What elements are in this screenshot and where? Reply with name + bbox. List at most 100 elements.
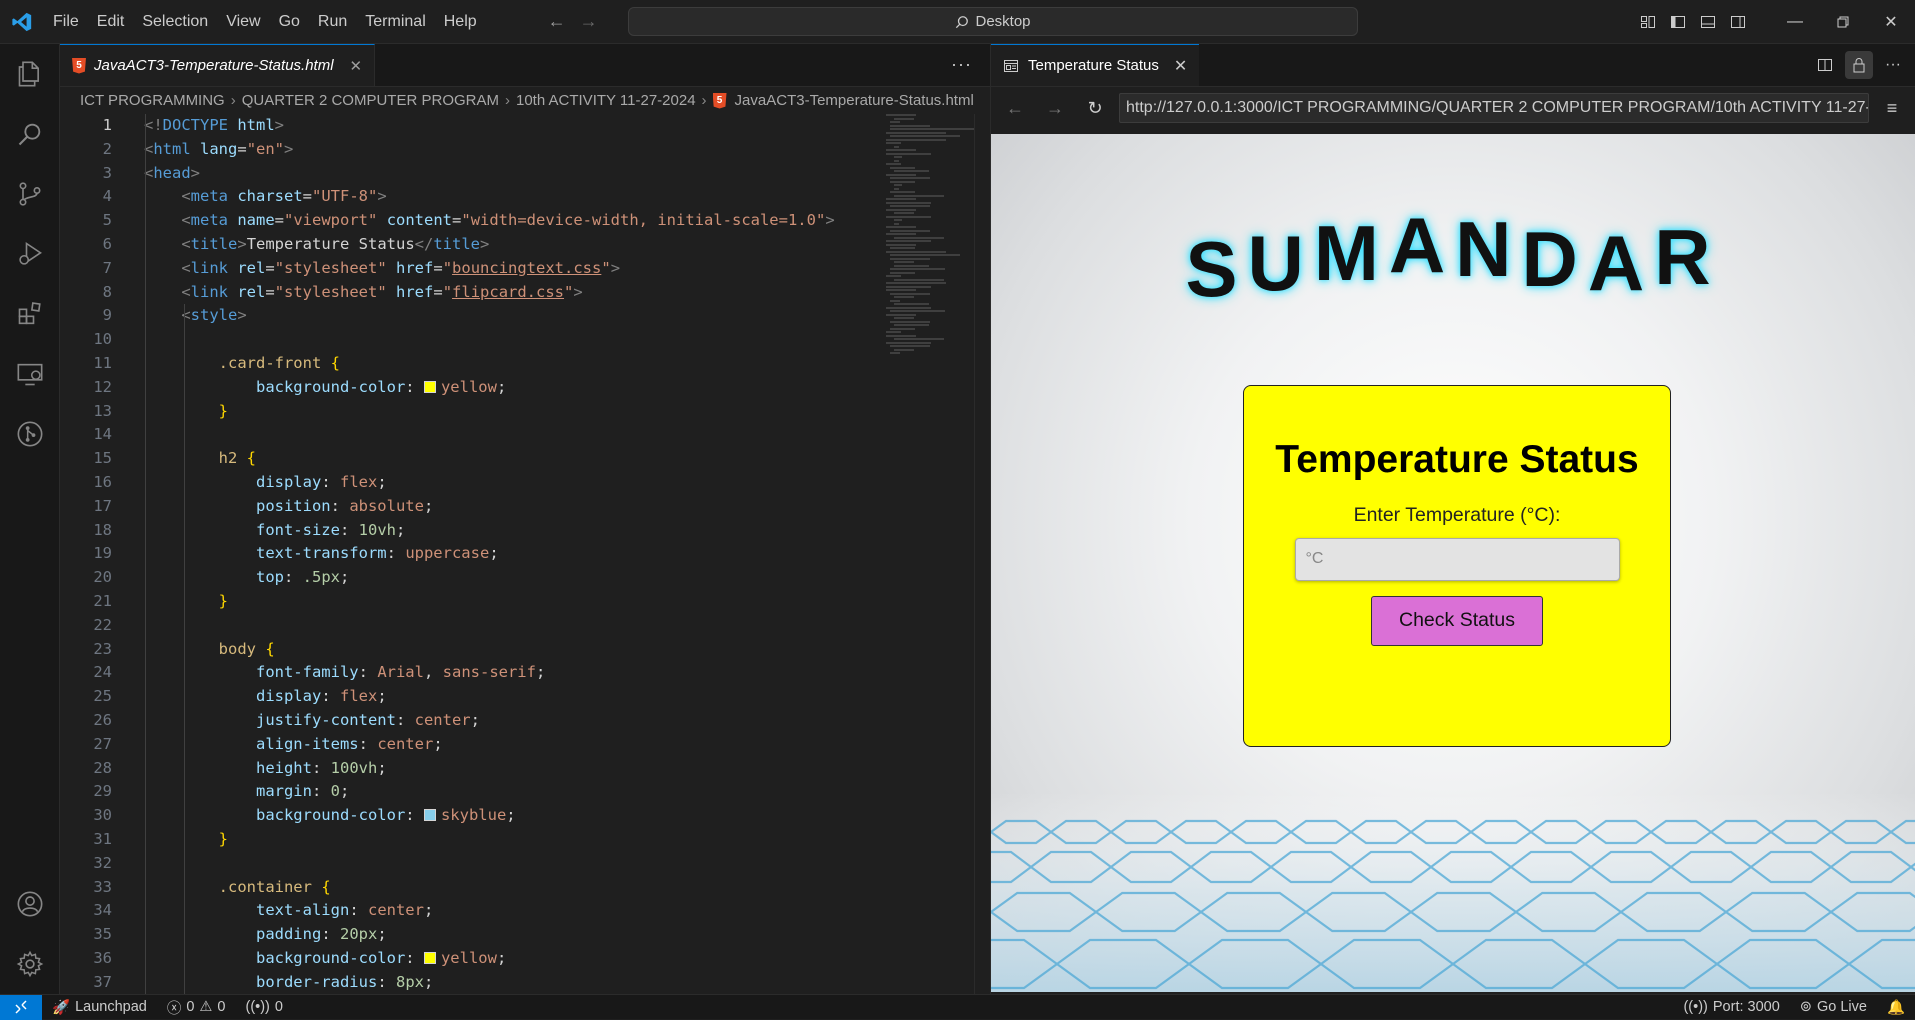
minimap[interactable] [886, 114, 975, 464]
url-input[interactable]: http://127.0.0.1:3000/ICT PROGRAMMING/QU… [1119, 93, 1869, 123]
remote-explorer-icon[interactable] [0, 344, 60, 404]
color-swatch[interactable] [423, 380, 436, 393]
preview-tab-label: Temperature Status [1028, 57, 1159, 74]
minimize-button[interactable]: — [1771, 0, 1819, 44]
port-item[interactable]: ((•)) Port: 3000 [1673, 999, 1789, 1015]
warning-count: 0 [217, 999, 226, 1015]
hexagon-floor-background [991, 792, 1915, 992]
code-line: 1 <!DOCTYPE html> [102, 116, 285, 134]
close-tab-icon[interactable]: ✕ [1174, 56, 1187, 76]
temperature-input[interactable]: °C [1294, 538, 1620, 581]
brand-letter: U [1247, 219, 1314, 307]
problems-item[interactable]: ⓧ 0 ⚠ 0 [157, 997, 236, 1018]
launchpad-label: Launchpad [75, 999, 147, 1015]
vscode-logo-icon [0, 0, 44, 44]
lock-group-icon[interactable] [1845, 51, 1873, 79]
search-icon[interactable] [0, 104, 60, 164]
vertical-scrollbar[interactable] [974, 114, 988, 994]
breadcrumb-item[interactable]: JavaACT3-Temperature-Status.html [735, 92, 974, 109]
activity-bar [0, 44, 60, 994]
port-label: Port: 3000 [1712, 999, 1780, 1015]
preview-viewport: SUMANDAR Temperature Status Enter Temper… [991, 134, 1915, 992]
forward-arrow-icon[interactable]: → [578, 11, 600, 32]
menu-edit[interactable]: Edit [88, 7, 134, 37]
git-graph-icon[interactable] [0, 404, 60, 464]
brand-letter: S [1185, 225, 1248, 313]
back-arrow-icon[interactable]: ← [546, 11, 568, 32]
launchpad-item[interactable]: 🚀 Launchpad [42, 999, 157, 1016]
menu-run[interactable]: Run [309, 7, 356, 37]
title-bar: File Edit Selection View Go Run Terminal… [0, 0, 1915, 44]
activity-bar-bottom [0, 874, 60, 994]
title-bar-controls: — ✕ [1633, 0, 1915, 44]
go-live-label: Go Live [1816, 999, 1867, 1015]
brand-letter: D [1521, 215, 1588, 303]
error-count: 0 [186, 999, 195, 1015]
go-live-item[interactable]: ⊚ Go Live [1790, 999, 1877, 1015]
status-bar-right: ((•)) Port: 3000 ⊚ Go Live 🔔 [1673, 999, 1915, 1016]
warning-icon: ⚠ [199, 999, 213, 1015]
notifications-bell-icon[interactable]: 🔔 [1877, 999, 1915, 1016]
breadcrumb-item[interactable]: 10th ACTIVITY 11-27-2024 [516, 92, 696, 109]
forward-arrow-icon[interactable]: → [1039, 98, 1071, 119]
explorer-icon[interactable] [0, 44, 60, 104]
code-line: 6 <title>Temperature Status</title> [102, 234, 490, 253]
menu-view[interactable]: View [217, 7, 269, 37]
editor-tab[interactable]: 5 JavaACT3-Temperature-Status.html ✕ [60, 44, 376, 86]
color-swatch[interactable] [423, 809, 436, 822]
rocket-icon: 🚀 [52, 999, 71, 1016]
close-window-button[interactable]: ✕ [1867, 0, 1915, 44]
temperature-card: Temperature Status Enter Temperature (°C… [1243, 385, 1671, 747]
code-editor[interactable]: 1 <!DOCTYPE html> 2 <html lang="en"> 3 <hea… [60, 114, 886, 994]
broadcast-icon: ((•)) [1683, 999, 1708, 1015]
indent-guide [145, 114, 146, 994]
editor-tab-label: JavaACT3-Temperature-Status.html [94, 57, 334, 74]
run-debug-icon[interactable] [0, 224, 60, 284]
editor-group: 5 JavaACT3-Temperature-Status.html ✕ ···… [60, 44, 990, 994]
status-bar: 🚀 Launchpad ⓧ 0 ⚠ 0 ((•)) 0 ((•)) Port: 300… [0, 994, 1915, 1020]
color-swatch[interactable] [423, 951, 436, 964]
menu-go[interactable]: Go [270, 7, 309, 37]
menu-help[interactable]: Help [435, 7, 486, 37]
code-line: 3 <head> [102, 163, 201, 182]
ports-item[interactable]: ((•)) 0 [235, 999, 292, 1015]
preview-tabs: Temperature Status ✕ ··· [991, 44, 1915, 87]
toggle-secondary-sidebar-icon[interactable] [1723, 7, 1753, 37]
source-control-icon[interactable] [0, 164, 60, 224]
search-icon [956, 15, 969, 28]
customize-layout-icon[interactable] [1633, 7, 1663, 37]
command-center[interactable]: Desktop [628, 7, 1358, 36]
reload-icon[interactable]: ↻ [1079, 98, 1111, 119]
more-actions-icon[interactable]: ··· [951, 54, 972, 75]
toggle-panel-icon[interactable] [1693, 7, 1723, 37]
ports-count: 0 [274, 999, 283, 1015]
brand-letter: M [1313, 209, 1389, 297]
preview-tab[interactable]: Temperature Status ✕ [991, 44, 1200, 86]
card-title: Temperature Status [1275, 438, 1639, 481]
chevron-right-icon: › [504, 92, 510, 109]
extensions-icon[interactable] [0, 284, 60, 344]
restore-button[interactable] [1819, 0, 1867, 44]
html5-file-icon: 5 [712, 92, 727, 109]
check-status-button[interactable]: Check Status [1371, 596, 1543, 646]
antenna-icon: ⊚ [1799, 999, 1812, 1015]
accounts-icon[interactable] [0, 874, 60, 934]
html5-file-icon: 5 [72, 57, 86, 74]
toggle-primary-sidebar-icon[interactable] [1663, 7, 1693, 37]
browser-preview-icon [1004, 59, 1018, 72]
menu-file[interactable]: File [44, 7, 88, 37]
more-actions-icon[interactable]: ··· [1879, 51, 1907, 79]
menu-bar: File Edit Selection View Go Run Terminal… [44, 0, 486, 43]
breadcrumb-item[interactable]: QUARTER 2 COMPUTER PROGRAM [242, 92, 499, 109]
menu-terminal[interactable]: Terminal [356, 7, 434, 37]
breadcrumb-item[interactable]: ICT PROGRAMMING [80, 92, 225, 109]
settings-gear-icon[interactable] [0, 934, 60, 994]
breadcrumb: ICT PROGRAMMING › QUARTER 2 COMPUTER PROG… [60, 87, 990, 114]
menu-selection[interactable]: Selection [133, 7, 217, 37]
back-arrow-icon[interactable]: ← [999, 98, 1031, 119]
remote-indicator-icon[interactable] [0, 994, 42, 1020]
close-tab-icon[interactable]: ✕ [350, 57, 363, 75]
split-editor-icon[interactable] [1811, 51, 1839, 79]
menu-icon[interactable]: ≡ [1877, 98, 1907, 119]
history-nav: ← → [546, 11, 600, 32]
